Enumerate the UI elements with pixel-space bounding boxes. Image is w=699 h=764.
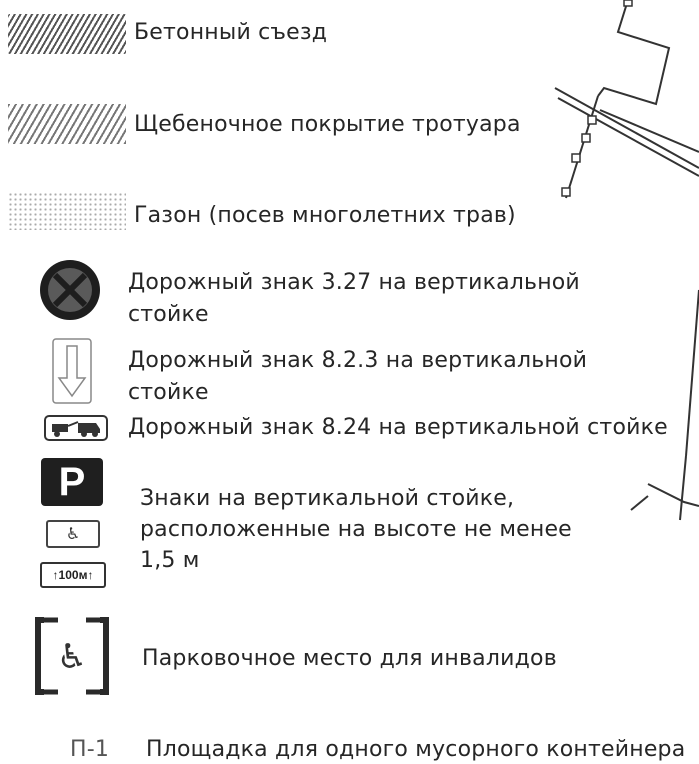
gravel-hatch-swatch (8, 104, 126, 144)
legend-signs-group-line2: расположенные на высоте не менее (140, 517, 572, 542)
legend-signs-group-line3: 1,5 м (140, 548, 200, 573)
legend-gravel-label: Щебеночное покрытие тротуара (134, 112, 521, 137)
legend-platform-code: П-1 (70, 737, 110, 762)
plan-edge-line (679, 455, 687, 521)
concrete-hatch-swatch (8, 14, 126, 54)
legend-sign-823-line1: Дорожный знак 8.2.3 на вертикальной (128, 348, 588, 373)
fence-post-marker (571, 153, 581, 163)
legend-parking-disabled-label: Парковочное место для инвалидов (142, 646, 557, 671)
legend-sign-327-line2: стойке (128, 302, 209, 327)
fence-post-marker (623, 0, 633, 7)
lawn-dots-swatch (8, 192, 126, 230)
plan-arrow-line (647, 483, 699, 507)
disabled-plate-icon: ♿ (46, 520, 100, 548)
parking-sign-icon: P (41, 458, 103, 506)
fence-post-marker (581, 133, 591, 143)
fence-post-marker (561, 187, 571, 197)
parking-letter: P (58, 460, 86, 504)
legend-concrete-label: Бетонный съезд (134, 20, 328, 45)
plan-arrow-line (630, 495, 649, 511)
tow-truck-plate-icon (44, 415, 108, 441)
plan-boundary-line (597, 0, 671, 106)
plan-edge-line (685, 289, 699, 457)
no-stopping-sign-icon (40, 260, 100, 320)
wheelchair-small-glyph: ♿ (65, 524, 81, 543)
plan-road-line (599, 109, 699, 153)
arrow-down-plate-icon (52, 338, 92, 404)
legend-sign-824-label: Дорожный знак 8.24 на вертикальной стойк… (128, 415, 668, 440)
wheelchair-glyph: ♿ (56, 637, 88, 677)
legend-sign-327-line1: Дорожный знак 3.27 на вертикальной (128, 270, 580, 295)
legend-lawn-label: Газон (посев многолетних трав) (134, 203, 516, 228)
legend-signs-group-line1: Знаки на вертикальной стойке, (140, 486, 515, 511)
distance-plate-text: ↑100м↑ (52, 568, 94, 582)
plan-road-line (557, 97, 699, 177)
wheelchair-icon: ♿ (50, 635, 94, 679)
legend-sign-823-line2: стойке (128, 380, 209, 405)
distance-plate-icon: ↑100м↑ (40, 562, 106, 588)
legend-platform-label: Площадка для одного мусорного контейнера (146, 737, 686, 762)
fence-post-marker (587, 115, 597, 125)
